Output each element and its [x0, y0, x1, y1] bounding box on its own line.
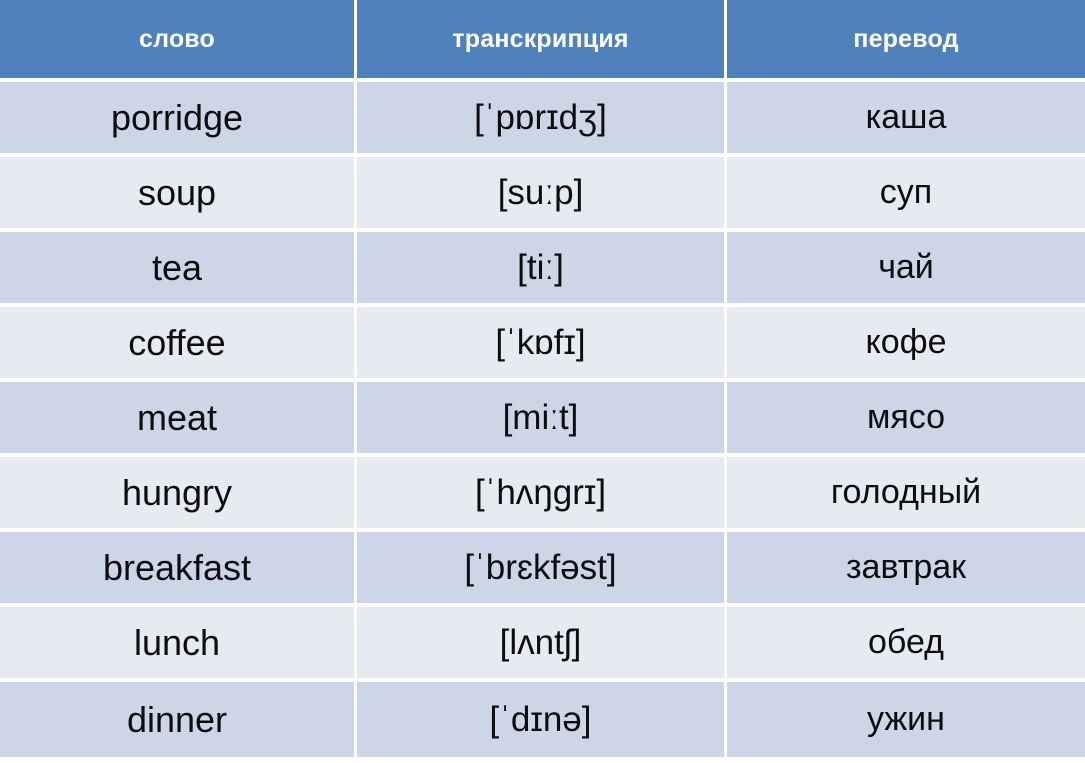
column-header-transcription: транскрипция [357, 0, 727, 82]
vocabulary-table: слово транскрипция перевод porridge [ˈpɒr… [0, 0, 1085, 757]
table-row: lunch [lʌntʃ] обед [0, 607, 1085, 682]
cell-translation: завтрак [727, 532, 1085, 607]
cell-transcription: [miːt] [357, 382, 727, 457]
cell-translation: чай [727, 232, 1085, 307]
cell-transcription: [ˈkɒfɪ] [357, 307, 727, 382]
cell-word: hungry [0, 457, 357, 532]
table-header-row: слово транскрипция перевод [0, 0, 1085, 82]
table-row: dinner [ˈdɪnə] ужин [0, 682, 1085, 757]
cell-word: coffee [0, 307, 357, 382]
cell-word: lunch [0, 607, 357, 682]
cell-translation: обед [727, 607, 1085, 682]
table-row: porridge [ˈpɒrɪdʒ] каша [0, 82, 1085, 157]
cell-transcription: [ˈpɒrɪdʒ] [357, 82, 727, 157]
cell-word: dinner [0, 682, 357, 757]
table-row: tea [tiː] чай [0, 232, 1085, 307]
column-header-word: слово [0, 0, 357, 82]
cell-translation: голодный [727, 457, 1085, 532]
cell-transcription: [suːp] [357, 157, 727, 232]
column-header-translation: перевод [727, 0, 1085, 82]
cell-word: meat [0, 382, 357, 457]
table-row: hungry [ˈhʌŋgrɪ] голодный [0, 457, 1085, 532]
cell-translation: суп [727, 157, 1085, 232]
cell-transcription: [lʌntʃ] [357, 607, 727, 682]
cell-word: soup [0, 157, 357, 232]
cell-word: porridge [0, 82, 357, 157]
cell-transcription: [ˈbrɛkfəst] [357, 532, 727, 607]
cell-transcription: [ˈhʌŋgrɪ] [357, 457, 727, 532]
table-header: слово транскрипция перевод [0, 0, 1085, 82]
table-row: breakfast [ˈbrɛkfəst] завтрак [0, 532, 1085, 607]
cell-word: breakfast [0, 532, 357, 607]
cell-word: tea [0, 232, 357, 307]
table-row: coffee [ˈkɒfɪ] кофе [0, 307, 1085, 382]
cell-translation: каша [727, 82, 1085, 157]
cell-translation: мясо [727, 382, 1085, 457]
cell-transcription: [ˈdɪnə] [357, 682, 727, 757]
table-row: meat [miːt] мясо [0, 382, 1085, 457]
cell-translation: кофе [727, 307, 1085, 382]
cell-transcription: [tiː] [357, 232, 727, 307]
table-row: soup [suːp] суп [0, 157, 1085, 232]
cell-translation: ужин [727, 682, 1085, 757]
table-body: porridge [ˈpɒrɪdʒ] каша soup [suːp] суп tea [ti… [0, 82, 1085, 757]
